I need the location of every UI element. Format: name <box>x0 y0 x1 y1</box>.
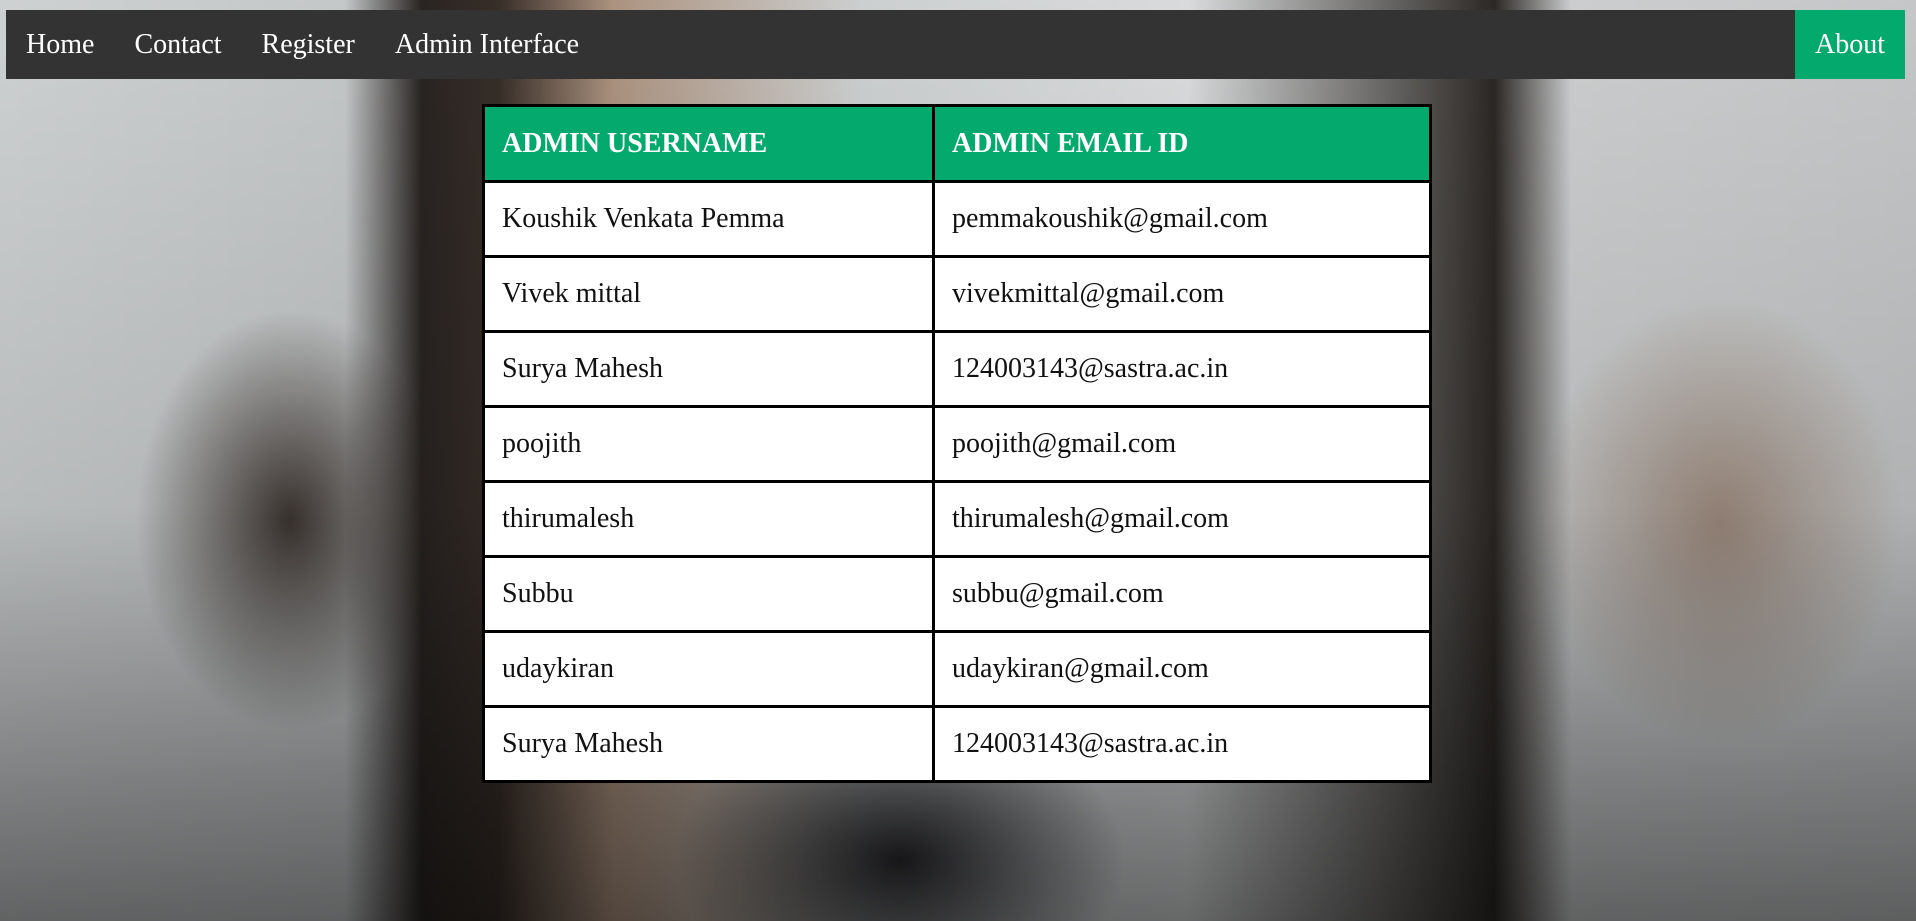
header-admin-email: ADMIN EMAIL ID <box>932 104 1432 183</box>
table-row: Vivek mittal vivekmittal@gmail.com <box>482 255 1432 333</box>
nav-register[interactable]: Register <box>242 10 375 79</box>
cell-username: thirumalesh <box>482 480 935 558</box>
table-row: Koushik Venkata Pemma pemmakoushik@gmail… <box>482 180 1432 258</box>
admin-table: ADMIN USERNAME ADMIN EMAIL ID Koushik Ve… <box>482 104 1432 783</box>
nav-home[interactable]: Home <box>6 10 114 79</box>
cell-email: 124003143@sastra.ac.in <box>932 330 1432 408</box>
cell-email: thirumalesh@gmail.com <box>932 480 1432 558</box>
cell-username: Surya Mahesh <box>482 705 935 783</box>
cell-username: Koushik Venkata Pemma <box>482 180 935 258</box>
header-admin-username: ADMIN USERNAME <box>482 104 935 183</box>
top-navbar: Home Contact Register Admin Interface Ab… <box>6 10 1905 79</box>
table-header-row: ADMIN USERNAME ADMIN EMAIL ID <box>482 104 1432 183</box>
table-row: poojith poojith@gmail.com <box>482 405 1432 483</box>
cell-email: pemmakoushik@gmail.com <box>932 180 1432 258</box>
nav-admin-interface[interactable]: Admin Interface <box>375 10 599 79</box>
cell-email: vivekmittal@gmail.com <box>932 255 1432 333</box>
table-row: thirumalesh thirumalesh@gmail.com <box>482 480 1432 558</box>
cell-username: poojith <box>482 405 935 483</box>
cell-email: 124003143@sastra.ac.in <box>932 705 1432 783</box>
table-row: Subbu subbu@gmail.com <box>482 555 1432 633</box>
cell-username: Vivek mittal <box>482 255 935 333</box>
cell-email: poojith@gmail.com <box>932 405 1432 483</box>
cell-email: udaykiran@gmail.com <box>932 630 1432 708</box>
nav-about[interactable]: About <box>1795 10 1905 79</box>
cell-username: Surya Mahesh <box>482 330 935 408</box>
table-row: Surya Mahesh 124003143@sastra.ac.in <box>482 330 1432 408</box>
table-row: udaykiran udaykiran@gmail.com <box>482 630 1432 708</box>
cell-username: udaykiran <box>482 630 935 708</box>
cell-email: subbu@gmail.com <box>932 555 1432 633</box>
table-row: Surya Mahesh 124003143@sastra.ac.in <box>482 705 1432 783</box>
cell-username: Subbu <box>482 555 935 633</box>
nav-contact[interactable]: Contact <box>114 10 241 79</box>
